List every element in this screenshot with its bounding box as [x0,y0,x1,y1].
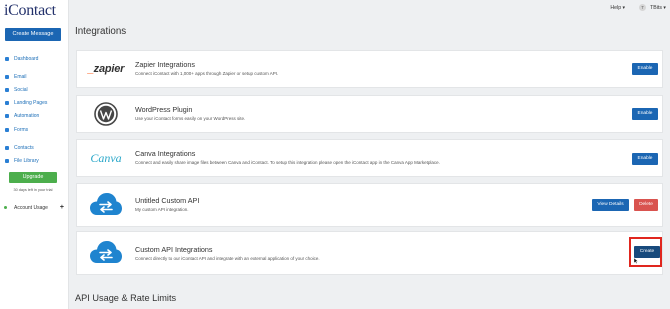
wordpress-icon [94,102,118,126]
integration-card-zapier: _zapier Zapier Integrations Connect iCon… [76,50,663,88]
help-menu[interactable]: Help ▾ [610,5,625,11]
sidebar-item-label: Automation [14,113,40,120]
email-icon [5,74,9,79]
account-usage-toggle[interactable]: Account Usage + [4,204,64,211]
automation-icon [5,114,9,119]
sidebar-item-landing-pages[interactable]: Landing Pages [5,97,65,110]
mouse-cursor-icon [633,258,639,264]
integration-description: Connect directly to our iContact API and… [135,256,320,261]
integration-card-untitled-custom-api: Untitled Custom API My custom API integr… [76,183,663,227]
sidebar-item-forms[interactable]: Forms [5,123,65,136]
integration-description: Connect and easily share image files bet… [135,160,440,165]
contacts-icon [5,145,9,150]
section-title: API Usage & Rate Limits [75,293,177,303]
upgrade-button[interactable]: Upgrade [9,172,57,183]
sidebar-item-label: Email [14,73,27,80]
icontact-logo[interactable]: iContact [4,2,56,20]
create-message-button[interactable]: Create Message [5,28,61,41]
enable-canva-button[interactable]: Enable [632,153,658,165]
delete-button[interactable]: Delete [634,199,658,211]
integration-description: Connect iContact with 1,000+ apps throug… [135,71,279,76]
cloud-transfer-icon [90,193,122,215]
landing-pages-icon [5,101,9,106]
sidebar-item-label: Landing Pages [14,100,48,107]
integration-title: Untitled Custom API [135,196,200,205]
api-cloud-logo [89,238,123,266]
integration-title: Zapier Integrations [135,60,195,69]
integration-title: Custom API Integrations [135,245,213,254]
integration-description: Use your iContact forms easily on your W… [135,116,246,121]
cloud-transfer-icon [90,241,122,263]
sidebar-item-email[interactable]: Email [5,70,65,83]
canva-logo: Canva [90,150,122,165]
forms-icon [5,127,9,132]
sidebar-nav: Dashboard Email Social Landing Pages Aut… [5,52,65,168]
dashboard-icon [5,56,9,61]
account-usage-label: Account Usage [14,204,48,211]
sidebar-item-dashboard[interactable]: Dashboard [5,52,65,65]
avatar[interactable]: T [639,4,647,11]
sidebar-item-file-library[interactable]: File Library [5,154,65,167]
integration-card-wordpress: WordPress Plugin Use your iContact forms… [76,95,663,133]
enable-wordpress-button[interactable]: Enable [632,108,658,120]
file-library-icon [5,158,9,163]
top-bar: Help ▾ T TBits ▾ [610,4,666,11]
plus-icon: + [59,204,64,211]
sidebar-item-label: Social [14,86,28,93]
sidebar: iContact Create Message Dashboard Email … [0,0,69,309]
enable-zapier-button[interactable]: Enable [632,63,658,75]
integration-title: Canva Integrations [135,149,196,158]
api-cloud-logo [89,190,123,218]
status-dot-icon [4,206,7,209]
integration-card-canva: Canva Canva Integrations Connect and eas… [76,139,663,177]
sidebar-item-automation[interactable]: Automation [5,110,65,123]
social-icon [5,87,9,92]
trial-notice: 30 days left in your trial [13,188,53,192]
user-menu[interactable]: TBits ▾ [650,5,666,11]
integration-card-custom-api: Custom API Integrations Connect directly… [76,231,663,275]
sidebar-item-contacts[interactable]: Contacts [5,141,65,154]
integration-description: My custom API integration. [135,207,189,212]
sidebar-item-label: Contacts [14,144,34,151]
sidebar-item-label: Forms [14,126,29,133]
sidebar-item-label: File Library [14,157,39,164]
sidebar-item-label: Dashboard [14,55,39,62]
sidebar-item-social[interactable]: Social [5,83,65,96]
integration-title: WordPress Plugin [135,105,193,114]
zapier-logo: _zapier [87,63,125,75]
wordpress-logo [89,100,123,128]
view-details-button[interactable]: View Details [592,199,629,211]
page-title: Integrations [75,26,127,37]
